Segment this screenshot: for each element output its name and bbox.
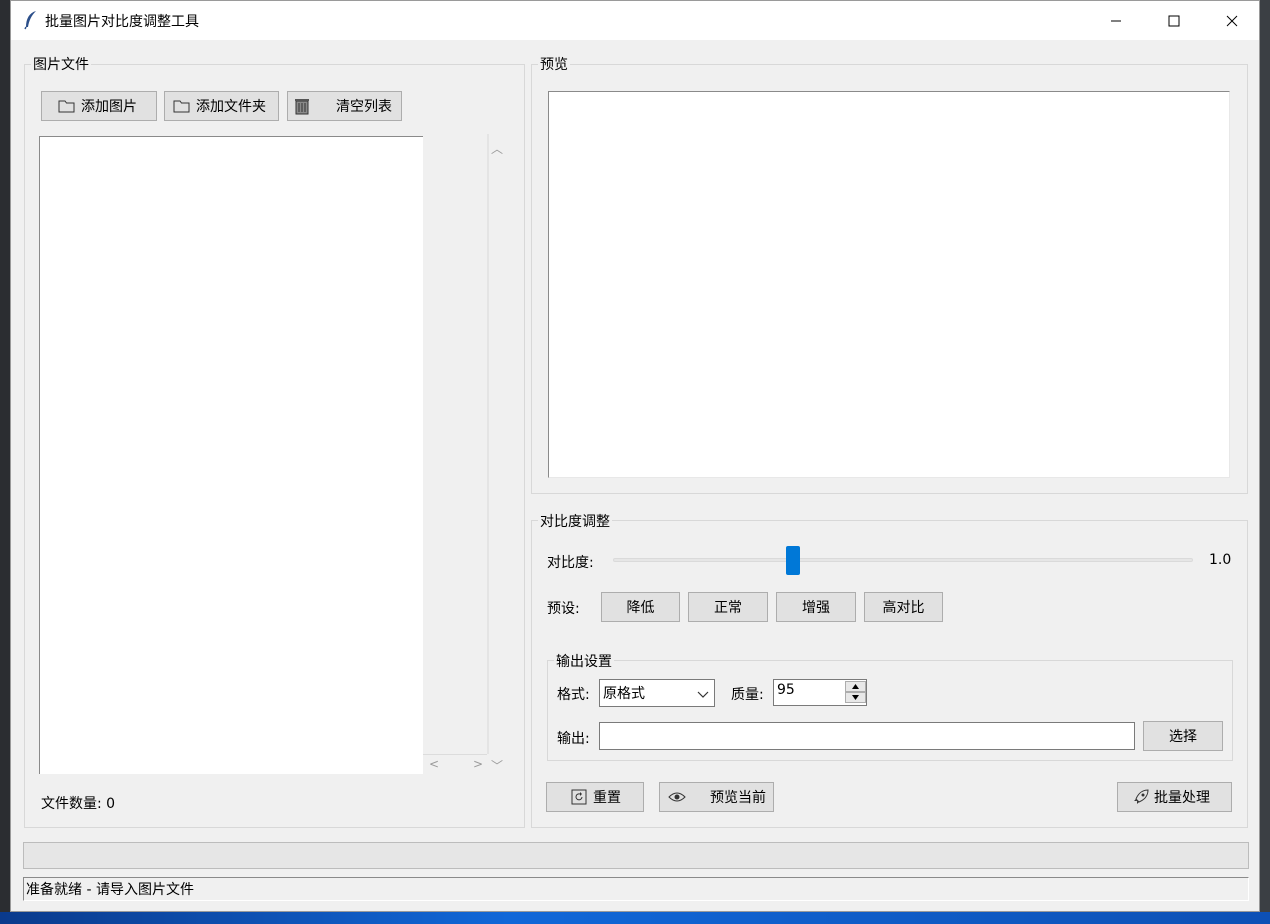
preview-group-title: 预览 [538,54,570,74]
output-path-input[interactable] [599,722,1135,750]
maximize-button[interactable] [1145,1,1203,40]
clear-list-button[interactable]: 清空列表 [287,91,402,121]
preset-lower-button[interactable]: 降低 [601,592,680,622]
rocket-icon [1132,788,1150,806]
preset-enhance-button[interactable]: 增强 [776,592,856,622]
preset-lower-label: 降低 [626,600,655,616]
add-image-label: 添加图片 [81,99,137,115]
choose-output-button[interactable]: 选择 [1143,721,1223,751]
file-count: 文件数量: 0 [41,796,116,812]
close-button[interactable] [1203,1,1261,40]
status-text: 准备就绪 - 请导入图片文件 [26,882,194,898]
horizontal-scrollbar[interactable] [423,754,487,755]
contrast-value: 1.0 [1209,552,1232,568]
quality-value: 95 [777,682,795,698]
preset-enhance-label: 增强 [802,600,830,616]
batch-process-button[interactable]: 批量处理 [1117,782,1232,812]
scroll-left-arrow[interactable]: < [429,757,439,771]
scroll-down-arrow[interactable]: ﹀ [491,757,503,774]
quality-label: 质量: [731,687,764,703]
refresh-icon [571,789,587,805]
add-folder-label: 添加文件夹 [196,99,266,115]
window-title: 批量图片对比度调整工具 [45,14,199,30]
format-select[interactable]: 原格式 [599,679,715,707]
chevron-down-icon [697,687,709,703]
quality-decrement[interactable] [845,692,866,703]
files-group-title: 图片文件 [31,54,91,74]
batch-process-label: 批量处理 [1154,790,1210,806]
preset-high-contrast-label: 高对比 [882,600,925,616]
taskbar [0,912,1270,924]
scroll-up-arrow[interactable]: ︿ [491,140,503,157]
choose-output-label: 选择 [1169,729,1197,745]
preset-label: 预设: [547,601,580,617]
vertical-scrollbar[interactable] [487,134,489,754]
contrast-label: 对比度: [547,555,594,571]
scroll-right-arrow[interactable]: > [473,757,483,771]
status-bar: 准备就绪 - 请导入图片文件 [23,877,1249,901]
format-value: 原格式 [603,686,645,702]
preview-current-label: 预览当前 [710,790,766,806]
eye-icon [668,791,686,803]
preview-canvas [548,91,1230,478]
output-label: 输出: [557,731,590,747]
add-image-button[interactable]: 添加图片 [41,91,157,121]
feather-icon [23,10,39,30]
contrast-group-title: 对比度调整 [538,511,612,531]
folder-icon [173,99,191,113]
file-listbox[interactable] [39,136,423,774]
format-label: 格式: [557,687,590,703]
quality-stepper[interactable] [845,681,866,703]
reset-label: 重置 [593,790,621,806]
trash-icon [294,97,310,115]
preset-normal-button[interactable]: 正常 [688,592,768,622]
add-folder-button[interactable]: 添加文件夹 [164,91,279,121]
contrast-slider-thumb[interactable] [785,546,800,575]
output-settings-title: 输出设置 [554,651,614,671]
minimize-button[interactable] [1087,1,1145,40]
preview-current-button[interactable]: 预览当前 [659,782,774,812]
preset-high-contrast-button[interactable]: 高对比 [864,592,943,622]
clear-list-label: 清空列表 [336,99,392,115]
app-window: 批量图片对比度调整工具 图片文件 添加图片 添加文件夹 清空列表 ︿ < > ﹀… [10,0,1260,912]
folder-icon [58,99,76,113]
progress-bar [23,842,1249,869]
title-bar: 批量图片对比度调整工具 [11,1,1259,40]
quality-increment[interactable] [845,681,866,692]
reset-button[interactable]: 重置 [546,782,644,812]
preset-normal-label: 正常 [714,600,742,616]
contrast-slider-track[interactable] [613,558,1193,562]
